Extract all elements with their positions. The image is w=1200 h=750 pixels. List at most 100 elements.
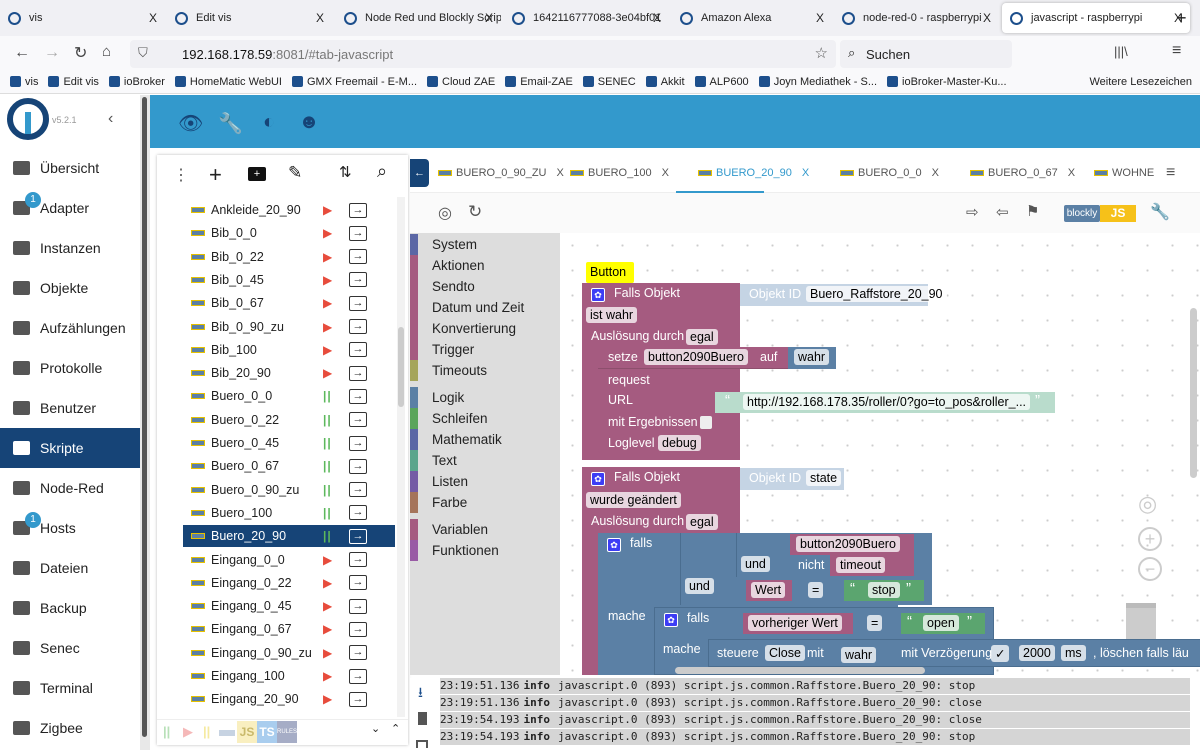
browser-tab[interactable]: Node Red und Blockly Scrip X [336, 3, 501, 33]
more-icon[interactable]: ⋮ [173, 165, 189, 185]
home-icon[interactable]: ⌂ [102, 43, 111, 60]
control-block[interactable]: steuere Close mit wahr mit Verzögerung ✓… [708, 639, 1200, 667]
comment-block[interactable]: Button [586, 262, 634, 283]
export-icon[interactable]: → [349, 528, 367, 544]
close-tab-icon[interactable]: X [802, 167, 809, 179]
value-dropdown[interactable]: wahr [841, 647, 877, 663]
gear-icon[interactable]: ✿ [591, 472, 605, 486]
play-icon[interactable]: ▶ [323, 646, 332, 660]
script-row[interactable]: Buero_0_67 || → [183, 455, 395, 477]
export-icon[interactable]: → [349, 319, 367, 334]
sidebar-item-instanzen[interactable]: Instanzen [0, 228, 140, 268]
operator-dropdown[interactable]: = [808, 582, 824, 598]
bookmark-item[interactable]: ioBroker [108, 76, 165, 88]
play-icon[interactable]: ▶ [323, 622, 332, 636]
script-row[interactable]: Eingang_0_67 ▶ → [183, 618, 395, 640]
play-icon[interactable]: ▶ [323, 599, 332, 613]
play-icon[interactable]: ▶ [323, 320, 332, 334]
delay-field[interactable]: 2000 [1019, 645, 1055, 661]
export-icon[interactable]: → [349, 552, 367, 567]
sidebar-item-senec[interactable]: Senec [0, 628, 140, 668]
operator-dropdown[interactable]: und [685, 578, 714, 594]
search-icon[interactable]: ⌕ [377, 161, 387, 182]
control-target-field[interactable]: Close [765, 645, 805, 661]
previous-value-block[interactable]: vorheriger Wert [743, 613, 853, 634]
add-script-icon[interactable]: + [209, 162, 222, 188]
compare-block[interactable]: Wert = “ stop ” [736, 577, 932, 605]
scroll-down-icon[interactable]: ⭳ [418, 682, 423, 706]
script-row[interactable]: Ankleide_20_90 ▶ → [183, 199, 395, 221]
play-icon[interactable]: ▶ [323, 273, 332, 287]
object-id-field[interactable]: Buero_Raffstore_20_90 [806, 286, 947, 302]
trigger-dropdown[interactable]: egal [686, 329, 718, 345]
copy-icon[interactable] [416, 740, 428, 748]
import-icon[interactable]: ⇦ [996, 203, 1009, 221]
export-icon[interactable]: → [349, 435, 367, 451]
back-icon[interactable]: ← [14, 44, 30, 62]
filter-running-icon[interactable]: || [163, 724, 170, 739]
variable-dropdown[interactable]: button2090Buero [644, 349, 748, 365]
export-icon[interactable]: → [349, 295, 367, 311]
not-block[interactable]: nicht [790, 555, 830, 576]
script-row[interactable]: Eingang_100 ▶ → [183, 665, 395, 687]
pause-icon[interactable]: || [323, 389, 332, 403]
workspace-v-scrollbar[interactable] [1190, 308, 1197, 478]
collapse-all-icon[interactable]: ⌄ [371, 722, 380, 735]
sidebar-item-terminal[interactable]: Terminal [0, 668, 140, 708]
browser-tab[interactable]: javascript - raspberrypi X [1002, 3, 1190, 33]
zoom-out-icon[interactable]: − [1138, 557, 1162, 581]
export-icon[interactable]: → [349, 598, 367, 614]
stop-text-block[interactable]: “ stop ” [844, 580, 924, 601]
script-row[interactable]: Bib_0_22 ▶ → [183, 246, 395, 268]
toolbox-category[interactable]: System [410, 234, 477, 255]
expand-all-icon[interactable]: ⌃ [391, 722, 400, 735]
play-icon[interactable]: ▶ [323, 553, 332, 567]
library-icon[interactable]: |||\ [1114, 44, 1128, 59]
toolbox-category[interactable]: Text [410, 450, 457, 471]
export-icon[interactable]: → [349, 621, 367, 637]
export-icon[interactable]: → [349, 272, 367, 288]
results-checkbox[interactable] [700, 416, 712, 429]
edit-icon[interactable]: ✎ [288, 163, 302, 183]
check-flag-icon[interactable]: ⚑ [1026, 202, 1039, 220]
browser-tab[interactable]: Amazon Alexa X [672, 3, 832, 33]
pause-icon[interactable]: || [323, 483, 332, 497]
url-text-block[interactable]: “ http://192.168.178.35/roller/0?go=to_p… [715, 392, 1055, 413]
toolbox-category[interactable]: Farbe [410, 492, 467, 513]
script-row[interactable]: Bib_0_0 ▶ → [183, 222, 395, 244]
close-tab-icon[interactable]: X [485, 11, 493, 25]
bookmark-item[interactable]: HomeMatic WebUI [174, 76, 282, 88]
sidebar-item-dateien[interactable]: Dateien [0, 548, 140, 588]
export-icon[interactable]: → [349, 202, 367, 218]
pause-icon[interactable]: || [323, 529, 332, 543]
script-row[interactable]: Buero_0_45 || → [183, 432, 395, 454]
variable-dropdown[interactable]: timeout [836, 557, 885, 573]
script-row[interactable]: Bib_20_90 ▶ → [183, 362, 395, 384]
export-icon[interactable]: → [349, 505, 367, 521]
script-row[interactable]: Eingang_20_90 ▶ → [183, 688, 395, 710]
export-icon[interactable]: → [349, 575, 367, 591]
export-icon[interactable]: ⇨ [966, 203, 979, 221]
bookmark-item[interactable]: ioBroker-Master-Ku... [887, 76, 1007, 88]
collapse-sidebar-icon[interactable]: ‹ [108, 110, 113, 128]
operator-dropdown[interactable]: = [867, 615, 883, 631]
filter-blockly-icon[interactable] [219, 730, 235, 736]
script-row[interactable]: Eingang_0_45 ▶ → [183, 595, 395, 617]
gear-icon[interactable]: ✿ [591, 288, 605, 302]
export-icon[interactable]: → [349, 249, 367, 265]
play-icon[interactable]: ▶ [323, 203, 332, 217]
zoom-in-icon[interactable]: + [1138, 527, 1162, 551]
value-dropdown[interactable]: Wert [751, 582, 786, 598]
delay-checkbox[interactable]: ✓ [991, 645, 1010, 662]
script-row[interactable]: Buero_0_22 || → [183, 409, 395, 431]
clear-log-icon[interactable] [418, 712, 427, 725]
play-icon[interactable]: ▶ [323, 366, 332, 380]
operator-dropdown[interactable]: und [741, 556, 770, 572]
request-block[interactable]: request URL mit Ergebnissen Loglevel deb… [598, 369, 715, 455]
play-icon[interactable]: ▶ [323, 296, 332, 310]
filter-paused-icon[interactable]: || [203, 724, 210, 739]
editor-tab[interactable]: BUERO_0_90_ZU X [438, 167, 564, 179]
gear-icon[interactable]: ✿ [607, 538, 621, 552]
bookmark-item[interactable]: Akkit [645, 76, 685, 88]
bookmark-item[interactable]: vis [10, 76, 38, 88]
